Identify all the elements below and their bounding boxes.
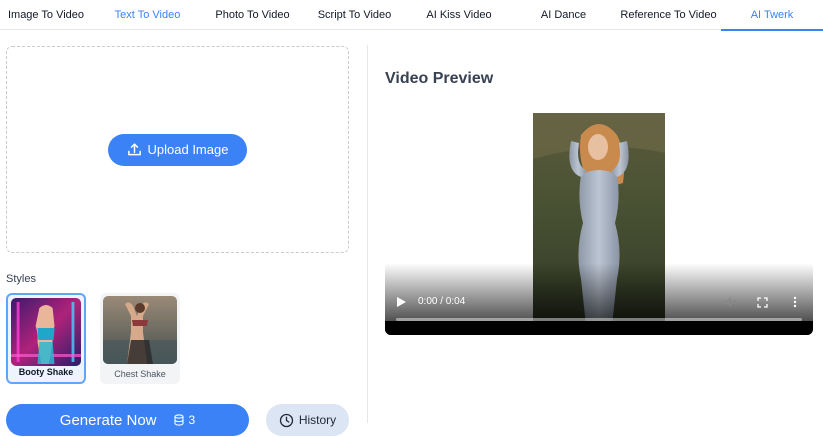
video-controls: 0:00 / 0:04 bbox=[385, 285, 813, 335]
style-card-chest-shake[interactable]: Chest Shake bbox=[100, 293, 180, 384]
tab-photo-to-video[interactable]: Photo To Video bbox=[203, 0, 302, 30]
credits-count: 3 bbox=[188, 413, 196, 427]
tab-reference-to-video[interactable]: Reference To Video bbox=[616, 0, 721, 30]
tab-bar: Image To Video Text To Video Photo To Vi… bbox=[0, 0, 823, 31]
video-progress-bar[interactable] bbox=[396, 318, 802, 321]
chest-shake-thumbnail bbox=[103, 296, 177, 364]
upload-image-label: Upload Image bbox=[147, 142, 229, 157]
generate-now-label: Generate Now bbox=[59, 411, 157, 429]
panel-divider bbox=[367, 45, 368, 423]
play-icon[interactable] bbox=[397, 297, 406, 307]
upload-icon bbox=[127, 143, 141, 156]
style-card-booty-shake[interactable]: Booty Shake bbox=[6, 293, 86, 384]
history-button[interactable]: History bbox=[266, 404, 349, 436]
clock-icon bbox=[279, 413, 293, 427]
tab-image-to-video[interactable]: Image To Video bbox=[0, 0, 92, 30]
video-time: 0:00 / 0:04 bbox=[418, 296, 466, 307]
style-name-booty-shake: Booty Shake bbox=[18, 367, 74, 377]
tab-ai-twerk[interactable]: AI Twerk bbox=[721, 0, 823, 31]
mute-icon[interactable] bbox=[725, 296, 737, 308]
upload-image-button[interactable]: Upload Image bbox=[108, 133, 247, 166]
tab-script-to-video[interactable]: Script To Video bbox=[302, 0, 407, 30]
database-icon bbox=[173, 414, 184, 426]
credits-badge: 3 bbox=[173, 413, 196, 427]
video-player[interactable]: 0:00 / 0:04 bbox=[385, 113, 813, 335]
video-preview-title: Video Preview bbox=[385, 70, 494, 87]
booty-shake-thumbnail bbox=[11, 298, 81, 366]
style-name-chest-shake: Chest Shake bbox=[114, 369, 166, 379]
tab-text-to-video[interactable]: Text To Video bbox=[92, 0, 203, 30]
generate-now-button[interactable]: Generate Now 3 bbox=[6, 404, 249, 436]
fullscreen-icon[interactable] bbox=[757, 297, 768, 308]
styles-heading: Styles bbox=[6, 273, 36, 285]
more-options-icon[interactable] bbox=[793, 296, 797, 308]
history-label: History bbox=[298, 413, 337, 427]
upload-dropzone[interactable]: Upload Image bbox=[6, 46, 349, 253]
tab-ai-kiss-video[interactable]: AI Kiss Video bbox=[407, 0, 511, 30]
tab-ai-dance[interactable]: AI Dance bbox=[511, 0, 616, 30]
